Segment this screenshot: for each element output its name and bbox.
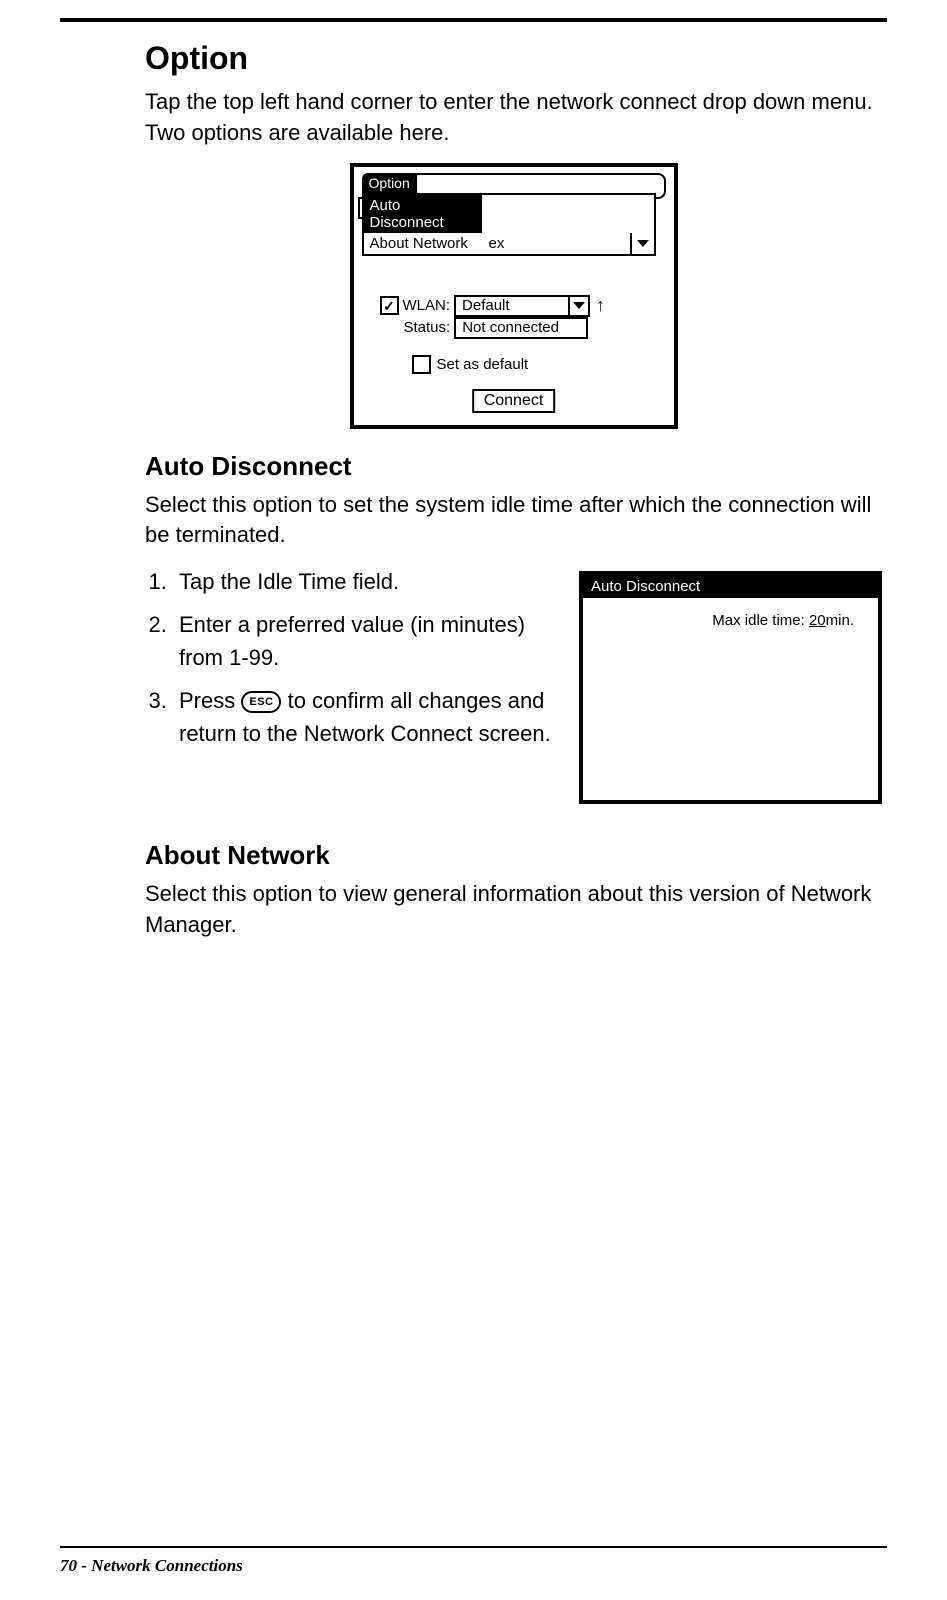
auto-disconnect-intro-text: Select this option to set the system idl… [145,490,882,552]
dropdown-caret-box[interactable] [630,233,654,255]
wlan-combo-button[interactable] [568,297,588,315]
top-rule [60,18,887,22]
heading-auto-disconnect: Auto Disconnect [145,451,882,482]
option-dropdown-menu: Auto Disconnect About Network ex [362,193,656,256]
about-network-body-text: Select this option to view general infor… [145,879,882,941]
obscured-text-fragment: ex [489,235,505,252]
menu-item-auto-disconnect[interactable]: Auto Disconnect [364,195,482,233]
heading-about-network: About Network [145,840,882,871]
up-arrow-icon[interactable]: ↑ [596,295,605,316]
wlan-label: WLAN: [403,297,451,314]
auto-disconnect-titlebar: Auto Disconnect [583,575,878,598]
max-idle-time-label: Max idle time: [712,612,809,629]
esc-key-icon: ESC [241,691,281,713]
footer-rule [60,1546,887,1548]
figure-auto-disconnect: Auto Disconnect Max idle time: 20min. [579,571,882,804]
chevron-down-icon [573,302,585,309]
max-idle-time-value[interactable]: 20 [809,612,826,629]
set-default-label: Set as default [437,356,529,373]
step-3-part-a: Press [179,688,241,713]
wlan-checkbox[interactable] [380,296,399,315]
option-intro-text: Tap the top left hand corner to enter th… [145,87,882,149]
heading-option: Option [145,40,882,77]
max-idle-time-unit: min. [826,612,854,629]
device-screen-option: Option Auto Disconnect About Network ex [350,163,678,429]
chapter-name: Network Connections [91,1556,243,1575]
device-screen-auto-disconnect: Auto Disconnect Max idle time: 20min. [579,571,882,804]
figure-option-menu: Option Auto Disconnect About Network ex [145,163,882,429]
connect-button[interactable]: Connect [472,389,556,413]
footer-sep: - [77,1556,91,1575]
menu-item-about-network[interactable]: About Network ex [364,233,654,254]
max-idle-time-row: Max idle time: 20min. [583,598,878,629]
wlan-combo-value: Default [456,297,568,315]
menu-item-about-network-label: About Network [370,235,468,252]
page-number: 70 [60,1556,77,1575]
page-footer: 70 - Network Connections [60,1556,243,1576]
wlan-combo[interactable]: Default [454,295,590,317]
set-default-checkbox[interactable] [412,355,431,374]
status-label: Status: [404,319,451,336]
status-value-box: Not connected [454,317,588,339]
chevron-down-icon [637,240,649,247]
option-menu-tab[interactable]: Option [362,173,417,193]
